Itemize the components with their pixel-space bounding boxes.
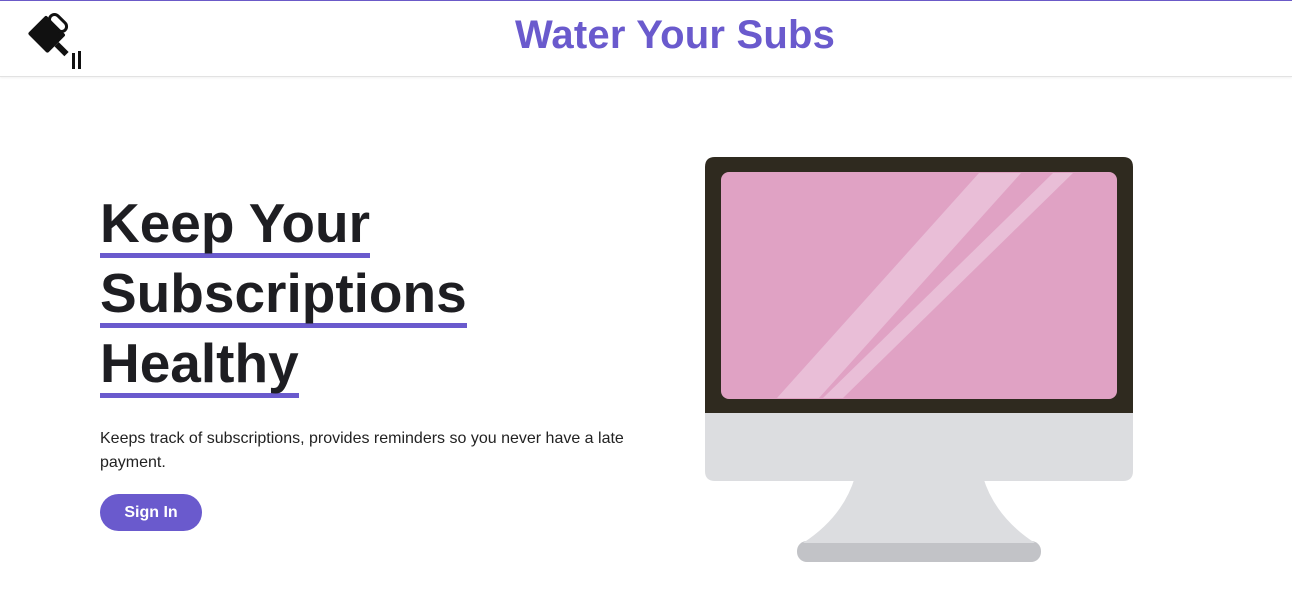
hero-title-line: Healthy <box>100 333 299 398</box>
monitor-stand-base <box>797 541 1041 562</box>
desktop-monitor-icon <box>705 157 1133 562</box>
hero-description: Keeps track of subscriptions, provides r… <box>100 430 624 471</box>
top-navbar: Water Your Subs <box>0 0 1292 77</box>
hero-title-line: Subscriptions <box>100 263 467 328</box>
hero-title: Keep Your Subscriptions Healthy <box>100 190 660 400</box>
app-title: Water Your Subs <box>514 13 836 57</box>
monitor-chin <box>705 411 1133 481</box>
hero-title-line: Keep Your <box>100 193 370 258</box>
monitor-stand-neck <box>803 477 1035 543</box>
hero-section: Keep Your Subscriptions Healthy Keeps tr… <box>100 190 660 475</box>
sign-in-button[interactable]: Sign In <box>100 494 202 531</box>
